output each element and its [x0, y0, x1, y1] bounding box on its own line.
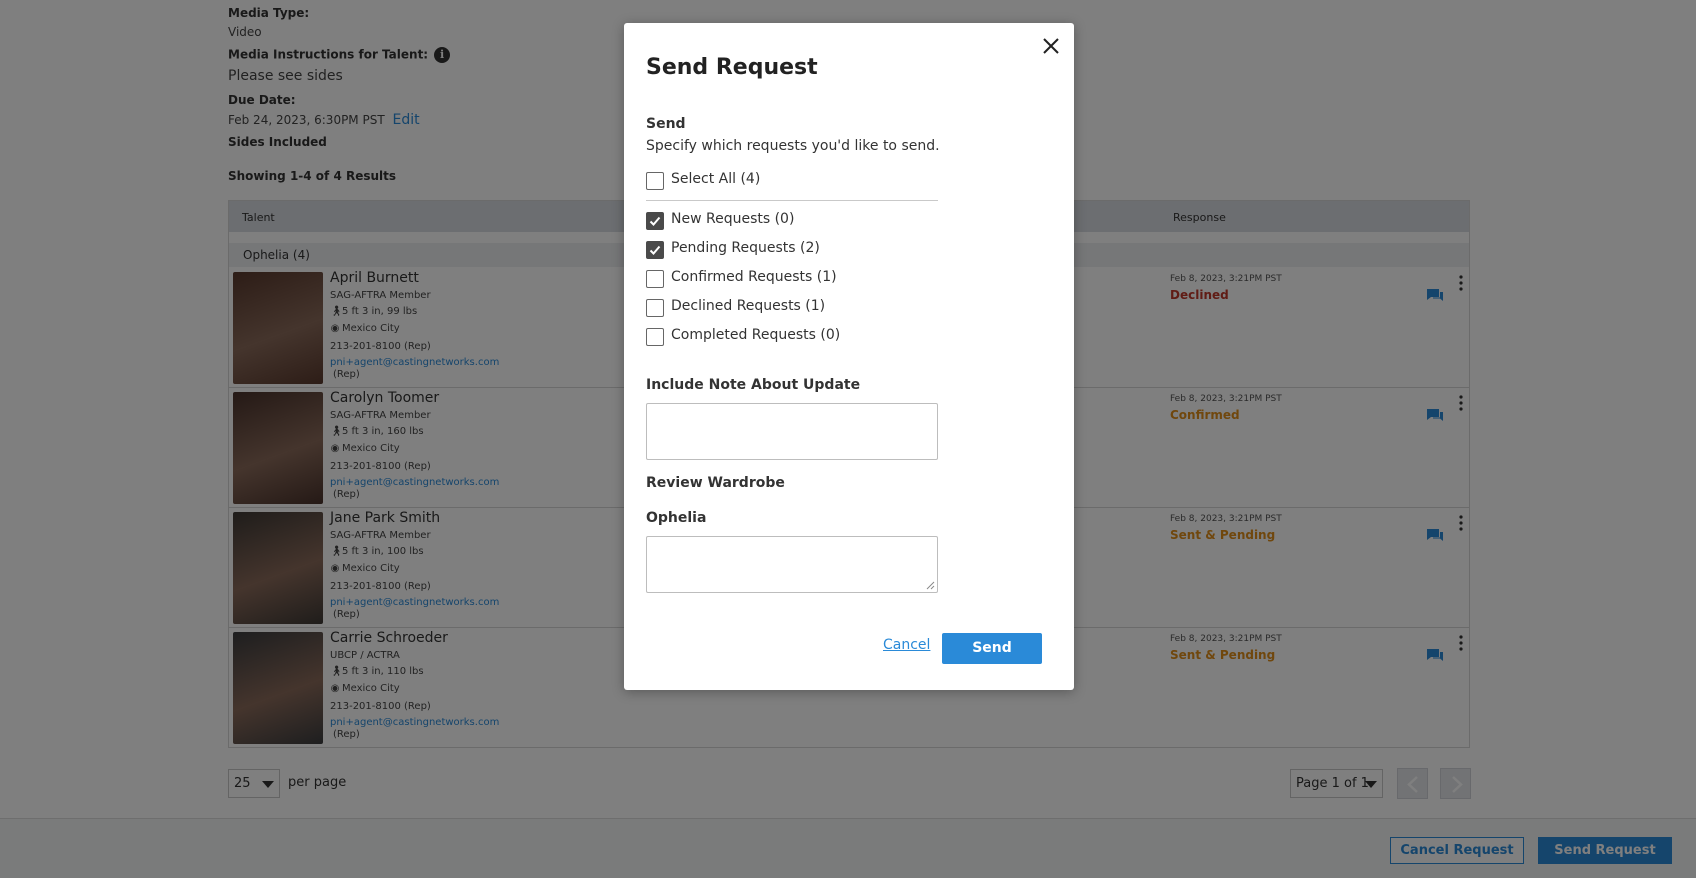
checkbox-box[interactable]	[646, 270, 664, 288]
send-button[interactable]: Send	[942, 633, 1042, 664]
request-option-label: Completed Requests (0)	[671, 327, 841, 343]
note-textarea[interactable]	[646, 403, 938, 460]
send-description: Specify which requests you'd like to sen…	[646, 138, 940, 154]
send-request-modal: Send Request Send Specify which requests…	[624, 23, 1074, 690]
select-all-label: Select All (4)	[671, 171, 761, 187]
request-option-label: Confirmed Requests (1)	[671, 269, 837, 285]
checkbox-box[interactable]	[646, 328, 664, 346]
checkmark-icon	[649, 245, 661, 255]
divider	[646, 200, 938, 201]
cancel-link[interactable]: Cancel	[883, 637, 930, 653]
wardrobe-heading: Review Wardrobe	[646, 475, 785, 491]
close-icon[interactable]	[1041, 36, 1061, 56]
role-heading: Ophelia	[646, 510, 707, 526]
checkmark-icon	[649, 216, 661, 226]
request-option-label: Declined Requests (1)	[671, 298, 826, 314]
note-heading: Include Note About Update	[646, 377, 861, 393]
checkbox-box[interactable]	[646, 172, 664, 190]
checkbox-box[interactable]	[646, 299, 664, 317]
wardrobe-textarea[interactable]	[646, 536, 938, 593]
request-option-label: New Requests (0)	[671, 211, 795, 227]
modal-title: Send Request	[646, 55, 818, 80]
send-heading: Send	[646, 116, 686, 132]
checkbox-box[interactable]	[646, 212, 664, 230]
checkbox-box[interactable]	[646, 241, 664, 259]
resize-handle-icon[interactable]	[925, 580, 935, 590]
request-option-label: Pending Requests (2)	[671, 240, 820, 256]
